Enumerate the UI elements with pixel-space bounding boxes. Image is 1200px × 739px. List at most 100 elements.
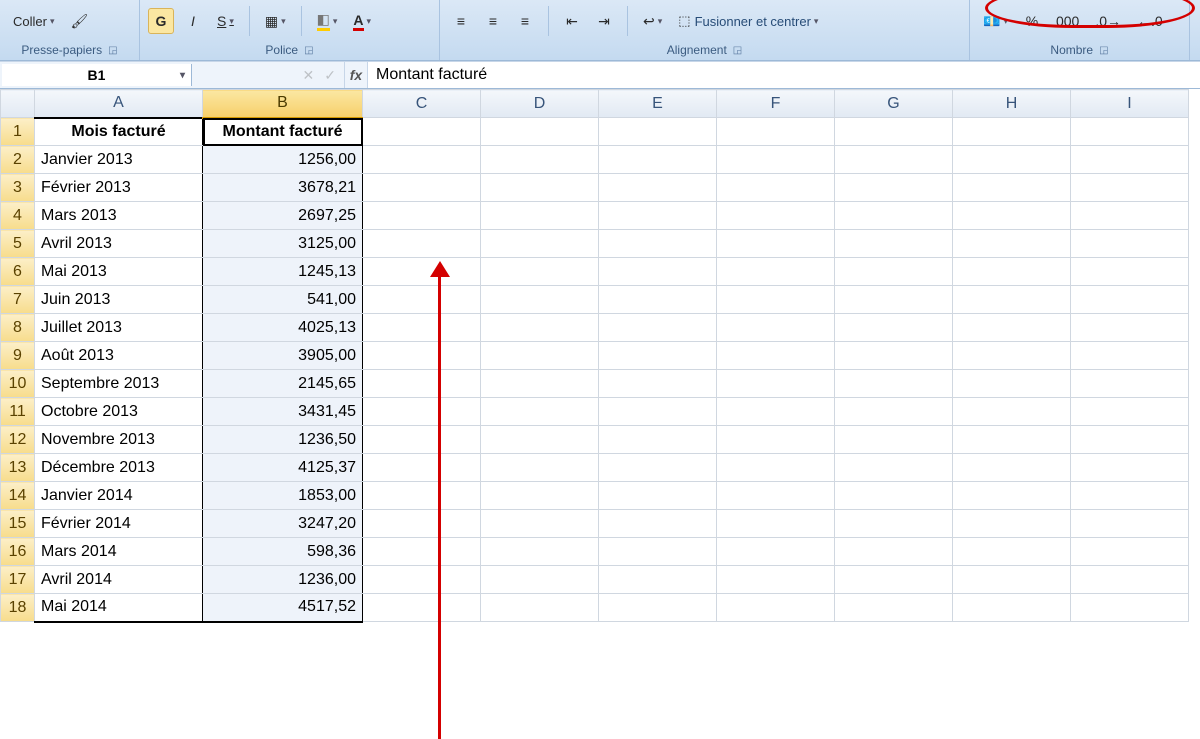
row-header[interactable]: 15	[1, 510, 35, 538]
row-header[interactable]: 16	[1, 538, 35, 566]
cell[interactable]	[953, 202, 1071, 230]
cell[interactable]: Décembre 2013	[35, 454, 203, 482]
cell[interactable]	[599, 202, 717, 230]
cell[interactable]: 3125,00	[203, 230, 363, 258]
cell[interactable]	[953, 538, 1071, 566]
cell[interactable]: 4125,37	[203, 454, 363, 482]
cell[interactable]	[717, 538, 835, 566]
cell[interactable]	[481, 538, 599, 566]
cell[interactable]	[481, 594, 599, 622]
cell[interactable]: Mars 2014	[35, 538, 203, 566]
format-painter-button[interactable]: 🖌	[66, 8, 94, 34]
dialog-launcher-icon[interactable]: ◲	[733, 45, 742, 56]
cell[interactable]	[363, 538, 481, 566]
cell[interactable]	[481, 230, 599, 258]
cell[interactable]	[953, 370, 1071, 398]
row-header[interactable]: 6	[1, 258, 35, 286]
cell[interactable]	[953, 146, 1071, 174]
cell[interactable]	[1071, 538, 1189, 566]
cell[interactable]: Mai 2014	[35, 594, 203, 622]
cell[interactable]: Janvier 2014	[35, 482, 203, 510]
cell[interactable]	[599, 482, 717, 510]
cell[interactable]	[717, 230, 835, 258]
cell[interactable]	[953, 482, 1071, 510]
wrap-text-button[interactable]: ↩	[638, 8, 667, 34]
cell[interactable]: Juin 2013	[35, 286, 203, 314]
cell[interactable]	[363, 314, 481, 342]
cell[interactable]: 1245,13	[203, 258, 363, 286]
enter-formula-icon[interactable]: ✓	[324, 67, 336, 84]
cell[interactable]	[481, 118, 599, 146]
name-box[interactable]: B1 ▾	[2, 64, 192, 86]
cell[interactable]	[363, 118, 481, 146]
cell[interactable]	[835, 342, 953, 370]
cell[interactable]	[599, 146, 717, 174]
cell[interactable]	[481, 398, 599, 426]
cell[interactable]	[835, 398, 953, 426]
row-header[interactable]: 3	[1, 174, 35, 202]
cell[interactable]	[363, 286, 481, 314]
cell[interactable]	[363, 174, 481, 202]
cell[interactable]	[481, 566, 599, 594]
cell[interactable]	[481, 258, 599, 286]
cell[interactable]	[1071, 398, 1189, 426]
spreadsheet-grid[interactable]: A B C D E F G H I 1Mois facturéMontant f…	[0, 89, 1189, 623]
cell[interactable]	[953, 398, 1071, 426]
cell[interactable]	[717, 594, 835, 622]
cell[interactable]	[363, 146, 481, 174]
cell[interactable]	[835, 174, 953, 202]
cell[interactable]: 1236,00	[203, 566, 363, 594]
cell[interactable]	[481, 314, 599, 342]
decrease-indent-button[interactable]: ⇤	[559, 8, 585, 34]
cell[interactable]	[953, 594, 1071, 622]
cell[interactable]	[363, 482, 481, 510]
cell[interactable]	[717, 398, 835, 426]
cell[interactable]	[835, 314, 953, 342]
cell[interactable]: Février 2013	[35, 174, 203, 202]
cell[interactable]	[481, 510, 599, 538]
cell[interactable]	[835, 202, 953, 230]
merge-center-button[interactable]: ⬚ Fusionner et centrer	[673, 3, 823, 39]
cell[interactable]	[363, 566, 481, 594]
align-center-button[interactable]: ≡	[480, 8, 506, 34]
cell[interactable]	[953, 454, 1071, 482]
cell[interactable]	[953, 314, 1071, 342]
cell[interactable]: Avril 2013	[35, 230, 203, 258]
row-header[interactable]: 4	[1, 202, 35, 230]
cell[interactable]: Juillet 2013	[35, 314, 203, 342]
paste-button[interactable]: Coller	[8, 3, 60, 39]
row-header[interactable]: 13	[1, 454, 35, 482]
column-header[interactable]: A	[35, 90, 203, 118]
row-header[interactable]: 8	[1, 314, 35, 342]
cell[interactable]	[953, 510, 1071, 538]
column-header[interactable]: I	[1071, 90, 1189, 118]
cell[interactable]	[953, 174, 1071, 202]
cell[interactable]: 598,36	[203, 538, 363, 566]
align-right-button[interactable]: ≡	[512, 8, 538, 34]
fill-color-button[interactable]: ◧	[312, 8, 343, 34]
cell[interactable]	[953, 286, 1071, 314]
borders-button[interactable]: ▦	[260, 8, 291, 34]
row-header[interactable]: 18	[1, 594, 35, 622]
cell[interactable]: Mois facturé	[35, 118, 203, 146]
cell[interactable]: Août 2013	[35, 342, 203, 370]
cell[interactable]	[599, 454, 717, 482]
bold-button[interactable]: G	[148, 8, 174, 34]
cell[interactable]	[835, 426, 953, 454]
cell[interactable]	[599, 594, 717, 622]
accounting-format-button[interactable]: 💶	[978, 8, 1013, 34]
cell[interactable]	[1071, 426, 1189, 454]
cell[interactable]	[363, 594, 481, 622]
cell[interactable]: 1256,00	[203, 146, 363, 174]
cell[interactable]	[599, 258, 717, 286]
cell[interactable]: 3247,20	[203, 510, 363, 538]
cell[interactable]: 2697,25	[203, 202, 363, 230]
cell[interactable]: Janvier 2013	[35, 146, 203, 174]
cell[interactable]	[717, 342, 835, 370]
cell[interactable]	[717, 202, 835, 230]
cell[interactable]	[835, 454, 953, 482]
cell[interactable]	[835, 594, 953, 622]
cell[interactable]	[599, 118, 717, 146]
cell[interactable]	[481, 426, 599, 454]
cell[interactable]: Octobre 2013	[35, 398, 203, 426]
